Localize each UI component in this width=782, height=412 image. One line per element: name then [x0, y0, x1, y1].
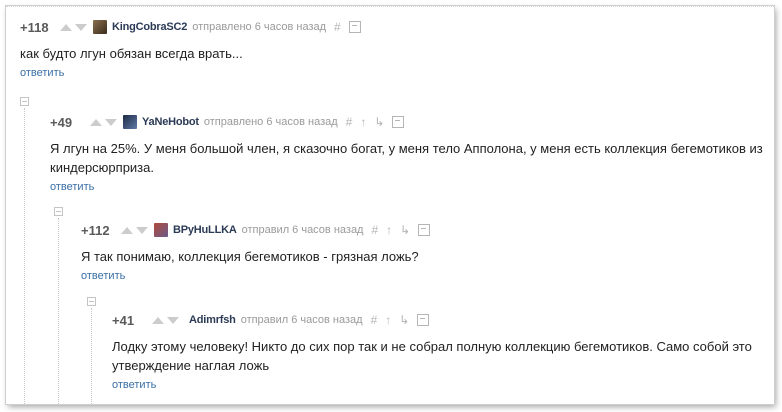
comment-4: +41 Adimrfsh отправил 6 часов назад # ↑ …: [112, 311, 762, 392]
comment-text: Я так понимаю, коллекция бегемотиков - г…: [81, 249, 419, 264]
avatar[interactable]: [154, 223, 168, 237]
downvote-icon[interactable]: [167, 316, 179, 324]
parent-arrow-icon[interactable]: ↑: [360, 115, 366, 129]
branch-icon[interactable]: ↳: [374, 115, 384, 129]
comment-timestamp[interactable]: отправлено 6 часов назад: [192, 21, 326, 33]
comment-text: Лодку этому человеку! Никто до сих пор т…: [112, 339, 752, 373]
collapse-toggle[interactable]: [87, 297, 96, 306]
comment-3: +112 BPyHuLLKA отправил 6 часов назад # …: [81, 221, 761, 282]
upvote-icon[interactable]: [60, 23, 72, 31]
permalink-icon[interactable]: #: [346, 115, 353, 129]
comment-author[interactable]: Adimrfsh: [189, 314, 236, 326]
thread-line: [24, 108, 25, 404]
save-icon[interactable]: [418, 224, 431, 236]
comment-text: как будто лгун обязан всегда врать...: [20, 46, 243, 61]
comment-rating: +118: [20, 19, 49, 35]
comment-2: +49 YaNeHobot отправлено 6 часов назад #…: [50, 113, 766, 194]
comment-timestamp[interactable]: отправил 6 часов назад: [241, 314, 363, 326]
upvote-icon[interactable]: [90, 118, 102, 126]
downvote-icon[interactable]: [75, 23, 87, 31]
upvote-icon[interactable]: [121, 226, 133, 234]
comment-rating: +41: [112, 312, 135, 328]
parent-arrow-icon[interactable]: ↑: [386, 223, 392, 237]
comment-timestamp[interactable]: отправлено 6 часов назад: [204, 116, 338, 128]
thread-line: [58, 218, 59, 404]
collapse-toggle[interactable]: [20, 97, 29, 106]
comment-text: Я лгун на 25%. У меня большой член, я ск…: [50, 141, 763, 175]
comment-timestamp[interactable]: отправил 6 часов назад: [242, 224, 364, 236]
comment-thread: +118 KingCobraSC2 отправлено 6 часов наз…: [6, 6, 774, 404]
reply-link[interactable]: ответить: [50, 181, 766, 193]
avatar[interactable]: [123, 115, 137, 129]
save-icon[interactable]: [392, 116, 405, 128]
branch-icon[interactable]: ↳: [400, 223, 410, 237]
upvote-icon[interactable]: [152, 316, 164, 324]
save-icon[interactable]: [417, 314, 430, 326]
branch-icon[interactable]: ↳: [399, 313, 409, 327]
comment-rating: +49: [50, 114, 73, 130]
comment-author[interactable]: BPyHuLLKA: [173, 224, 237, 236]
reply-link[interactable]: ответить: [81, 270, 761, 282]
comment-1: +118 KingCobraSC2 отправлено 6 часов наз…: [20, 18, 760, 79]
permalink-icon[interactable]: #: [334, 20, 341, 34]
permalink-icon[interactable]: #: [371, 223, 378, 237]
thread-line: [91, 308, 92, 404]
parent-arrow-icon[interactable]: ↑: [385, 313, 391, 327]
reply-link[interactable]: ответить: [112, 379, 762, 391]
save-icon[interactable]: [348, 21, 361, 33]
permalink-icon[interactable]: #: [371, 313, 378, 327]
top-divider: [6, 6, 774, 7]
comment-rating: +112: [81, 222, 110, 238]
collapse-toggle[interactable]: [54, 207, 63, 216]
downvote-icon[interactable]: [136, 226, 148, 234]
reply-link[interactable]: ответить: [20, 67, 760, 79]
avatar[interactable]: [93, 20, 107, 34]
comment-author[interactable]: KingCobraSC2: [112, 21, 187, 33]
comment-author[interactable]: YaNeHobot: [142, 116, 199, 128]
downvote-icon[interactable]: [105, 118, 117, 126]
